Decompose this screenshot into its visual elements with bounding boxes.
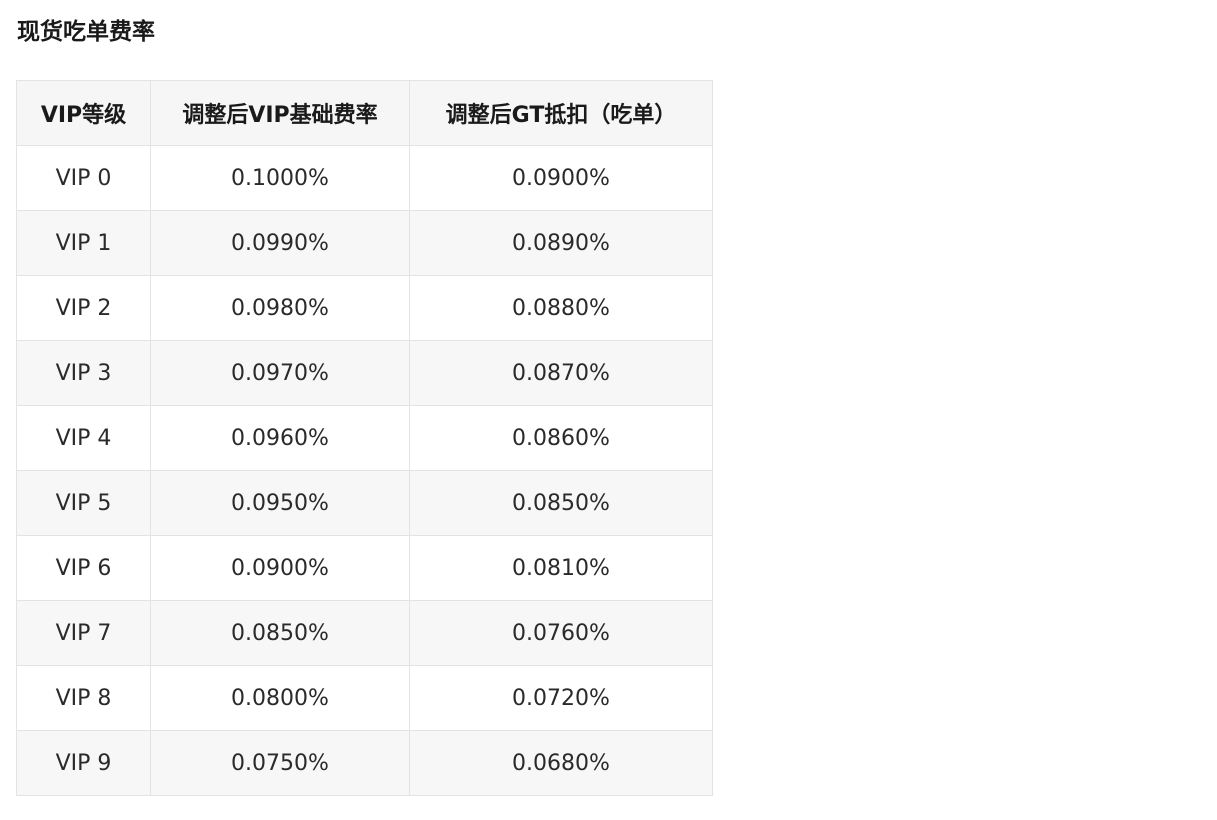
table-row: VIP 3 0.0970% 0.0870% bbox=[16, 340, 713, 406]
table-row: VIP 1 0.0990% 0.0890% bbox=[16, 210, 713, 276]
cell-base-rate: 0.0750% bbox=[150, 730, 410, 796]
cell-gt-deduction: 0.0810% bbox=[409, 535, 713, 601]
cell-vip-level: VIP 9 bbox=[16, 730, 151, 796]
table-row: VIP 6 0.0900% 0.0810% bbox=[16, 535, 713, 601]
table-row: VIP 4 0.0960% 0.0860% bbox=[16, 405, 713, 471]
cell-base-rate: 0.0800% bbox=[150, 665, 410, 731]
cell-vip-level: VIP 6 bbox=[16, 535, 151, 601]
cell-gt-deduction: 0.0760% bbox=[409, 600, 713, 666]
cell-gt-deduction: 0.0890% bbox=[409, 210, 713, 276]
cell-base-rate: 0.1000% bbox=[150, 145, 410, 211]
header-vip-level: VIP等级 bbox=[16, 80, 151, 146]
cell-base-rate: 0.0900% bbox=[150, 535, 410, 601]
table-row: VIP 2 0.0980% 0.0880% bbox=[16, 275, 713, 341]
cell-vip-level: VIP 1 bbox=[16, 210, 151, 276]
cell-base-rate: 0.0970% bbox=[150, 340, 410, 406]
table-header-row: VIP等级 调整后VIP基础费率 调整后GT抵扣（吃单） bbox=[16, 80, 713, 146]
header-base-rate: 调整后VIP基础费率 bbox=[150, 80, 410, 146]
cell-vip-level: VIP 0 bbox=[16, 145, 151, 211]
table-row: VIP 5 0.0950% 0.0850% bbox=[16, 470, 713, 536]
cell-vip-level: VIP 4 bbox=[16, 405, 151, 471]
cell-base-rate: 0.0980% bbox=[150, 275, 410, 341]
cell-gt-deduction: 0.0860% bbox=[409, 405, 713, 471]
cell-base-rate: 0.0960% bbox=[150, 405, 410, 471]
cell-gt-deduction: 0.0680% bbox=[409, 730, 713, 796]
cell-base-rate: 0.0990% bbox=[150, 210, 410, 276]
cell-vip-level: VIP 3 bbox=[16, 340, 151, 406]
cell-vip-level: VIP 5 bbox=[16, 470, 151, 536]
fee-rate-table: VIP等级 调整后VIP基础费率 调整后GT抵扣（吃单） VIP 0 0.100… bbox=[16, 80, 713, 796]
cell-gt-deduction: 0.0850% bbox=[409, 470, 713, 536]
table-row: VIP 8 0.0800% 0.0720% bbox=[16, 665, 713, 731]
page-title: 现货吃单费率 bbox=[17, 19, 155, 45]
cell-vip-level: VIP 7 bbox=[16, 600, 151, 666]
header-gt-deduction: 调整后GT抵扣（吃单） bbox=[409, 80, 713, 146]
cell-gt-deduction: 0.0870% bbox=[409, 340, 713, 406]
cell-base-rate: 0.0950% bbox=[150, 470, 410, 536]
cell-gt-deduction: 0.0900% bbox=[409, 145, 713, 211]
table-row: VIP 9 0.0750% 0.0680% bbox=[16, 730, 713, 796]
cell-vip-level: VIP 8 bbox=[16, 665, 151, 731]
table-row: VIP 7 0.0850% 0.0760% bbox=[16, 600, 713, 666]
cell-gt-deduction: 0.0880% bbox=[409, 275, 713, 341]
table-row: VIP 0 0.1000% 0.0900% bbox=[16, 145, 713, 211]
cell-gt-deduction: 0.0720% bbox=[409, 665, 713, 731]
cell-base-rate: 0.0850% bbox=[150, 600, 410, 666]
cell-vip-level: VIP 2 bbox=[16, 275, 151, 341]
